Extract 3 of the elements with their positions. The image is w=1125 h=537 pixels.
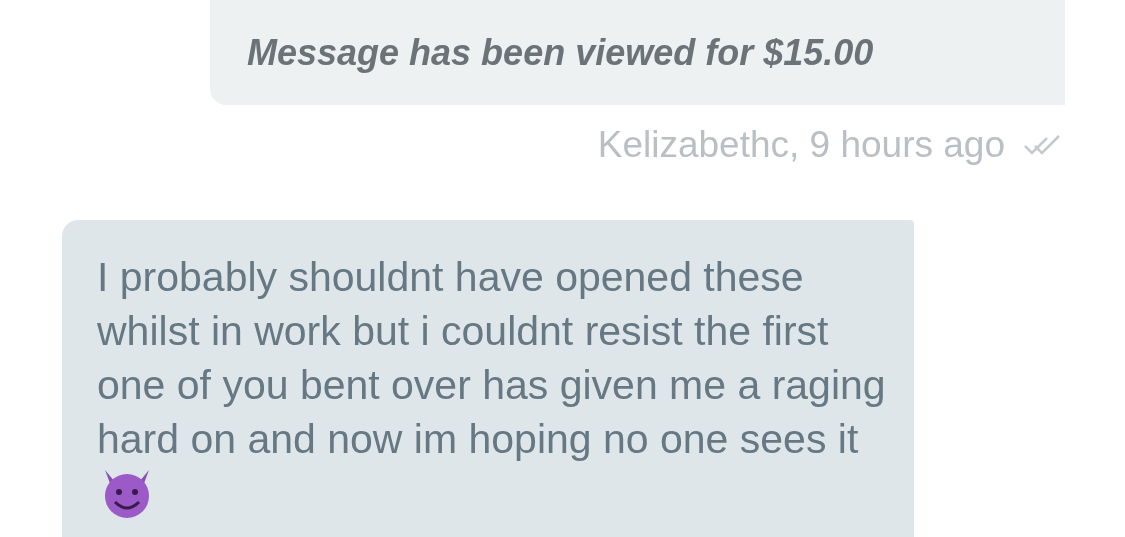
message-meta: Kelizabethc, 9 hours ago [597, 123, 1005, 167]
message-text: Message has been viewed for $15.00 [247, 30, 874, 75]
message-text: I probably shouldnt have opened these whilst in work but i couldnt resist the first one of you bent over has given me a raging hard on and now im hoping no one sees it [97, 250, 887, 527]
